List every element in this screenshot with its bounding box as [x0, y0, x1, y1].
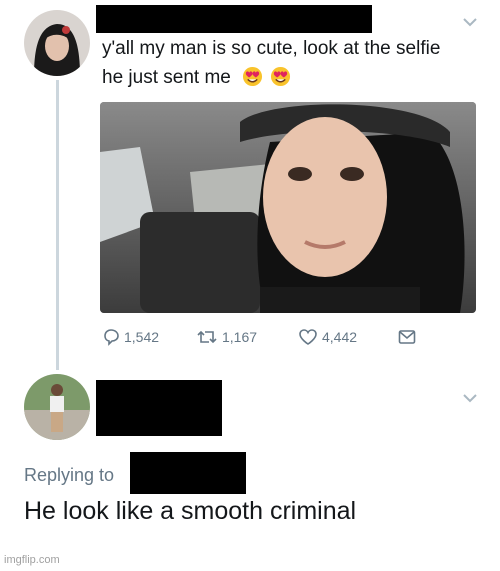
heart-eyes-emoji-icon [243, 66, 263, 87]
redacted-username [96, 5, 372, 33]
reply-icon [104, 329, 119, 346]
reply-text: He look like a smooth criminal [24, 497, 357, 525]
replying-to-label: Replying to [24, 465, 115, 485]
chevron-down-icon[interactable] [462, 14, 478, 27]
retweet-icon [197, 330, 217, 344]
thread-line [56, 80, 59, 370]
heart-eyes-emoji-icon [271, 66, 291, 87]
chevron-down-icon[interactable] [462, 390, 478, 403]
retweet-action[interactable]: 1,167 [196, 326, 257, 348]
dm-action[interactable] [398, 326, 420, 348]
tweet-media-photo[interactable] [100, 102, 476, 313]
watermark: imgflip.com [4, 554, 60, 566]
redacted-replying-to-handle [130, 452, 246, 494]
reply-action[interactable]: 1,542 [102, 326, 159, 348]
reply-count: 1,542 [124, 329, 160, 345]
tweet-text-line2: he just sent me [102, 63, 482, 92]
like-action[interactable]: 4,442 [298, 326, 357, 348]
tweet-text: y'all my man is so cute, look at the sel… [102, 34, 482, 92]
retweet-count: 1,167 [222, 329, 258, 345]
tweet-text-line2-text: he just sent me [102, 67, 231, 88]
like-icon [299, 329, 317, 345]
reply-author-avatar[interactable] [24, 374, 90, 440]
original-author-avatar[interactable] [24, 10, 90, 76]
tweet-text-line1: y'all my man is so cute, look at the sel… [102, 38, 441, 59]
redacted-reply-username [96, 380, 222, 436]
dm-icon [398, 330, 416, 344]
like-count: 4,442 [322, 329, 358, 345]
